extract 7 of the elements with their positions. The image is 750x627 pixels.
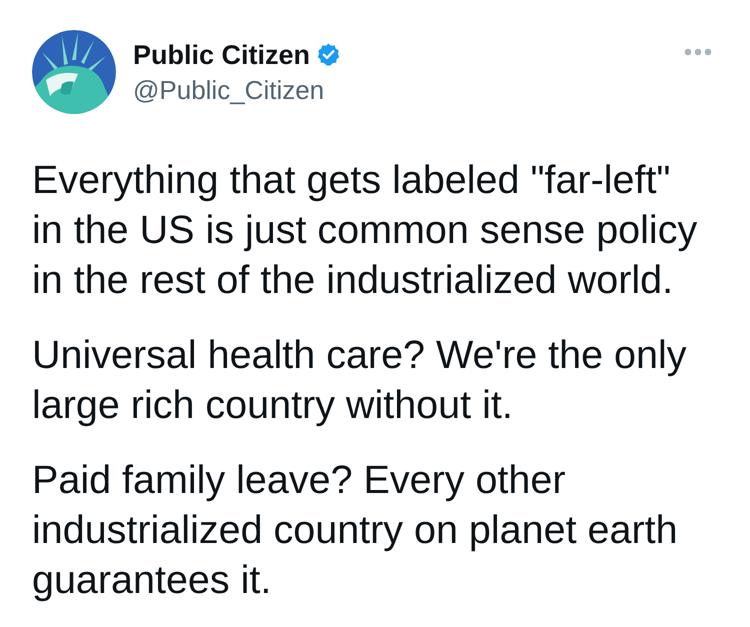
tweet-paragraph: Paid family leave? Every other industrialized country on planet earth guarantees it.: [32, 457, 679, 604]
tweet-paragraph: Universal health care? We're the only large rich country without it.: [32, 332, 688, 429]
more-options-button[interactable]: [684, 48, 712, 56]
account-name[interactable]: Public Citizen: [133, 38, 310, 70]
account-handle[interactable]: @Public_Citizen: [133, 74, 324, 106]
tweet-paragraph: Everything that gets labeled "far-left" in the US is just common sense policy in the rest of the industrialized world.: [32, 157, 698, 304]
avatar-logo-icon: [32, 30, 116, 114]
